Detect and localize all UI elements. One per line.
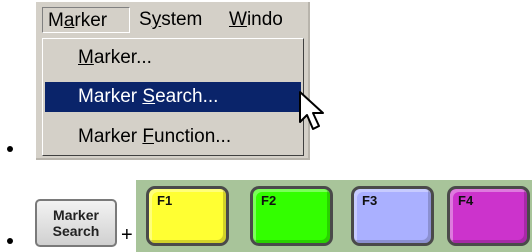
menu-marker-accel: a — [63, 10, 75, 31]
menu-item-marker[interactable]: Marker... — [45, 43, 301, 73]
menu-item-marker-search-accel: S — [142, 86, 156, 107]
f2-key[interactable]: F2 — [250, 186, 333, 246]
menu-marker-label-rest: rker — [74, 10, 108, 31]
menu-item-marker-function-label: Marker — [78, 126, 143, 147]
menu-system-label-rest: stem — [161, 9, 203, 30]
menu-item-marker-function-label-rest: unction... — [154, 126, 232, 147]
menu-marker[interactable]: Marker — [42, 7, 130, 33]
menu-screenshot: Marker System Windo Marker... Marker Sea… — [36, 2, 324, 160]
menu-system-label: S — [139, 9, 152, 30]
menu-item-marker-search[interactable]: Marker Search... — [45, 82, 301, 112]
menu-window[interactable]: Windo — [224, 7, 308, 33]
menu-item-marker-accel: M — [78, 47, 94, 68]
menu-item-marker-function[interactable]: Marker Function... — [45, 122, 301, 152]
menu-marker-label: M — [48, 10, 64, 31]
f1-key-label: F1 — [157, 193, 173, 208]
menu-item-marker-search-label-rest: earch... — [155, 86, 219, 107]
menu-window-label-rest: indo — [246, 9, 283, 30]
f4-key-label: F4 — [458, 193, 474, 208]
marker-search-key-line2: Search — [52, 223, 100, 239]
marker-search-key[interactable]: Marker Search — [35, 199, 117, 247]
f3-key-label: F3 — [362, 193, 378, 208]
menu-item-marker-function-accel: F — [142, 126, 155, 147]
menu-system[interactable]: System — [134, 7, 220, 33]
f3-key[interactable]: F3 — [351, 186, 434, 246]
f4-key[interactable]: F4 — [447, 186, 530, 246]
bullet-1 — [7, 146, 13, 152]
menu-system-accel: y — [151, 9, 162, 30]
menubar: Marker System Windo — [36, 2, 308, 36]
menu-item-marker-search-label: Marker — [78, 86, 143, 107]
f2-key-label: F2 — [261, 193, 277, 208]
mouse-pointer-icon — [299, 91, 324, 130]
marker-search-key-line1: Marker — [53, 207, 99, 223]
menu-window-accel: W — [229, 9, 247, 30]
marker-dropdown-menu: Marker... Marker Search... Marker Functi… — [42, 38, 304, 156]
bullet-2 — [7, 238, 13, 244]
plus-sign: + — [121, 224, 133, 246]
f1-key[interactable]: F1 — [146, 186, 229, 246]
function-key-panel: F1 F2 F3 F4 — [136, 180, 532, 252]
menu-item-marker-label-rest: arker... — [93, 47, 152, 68]
